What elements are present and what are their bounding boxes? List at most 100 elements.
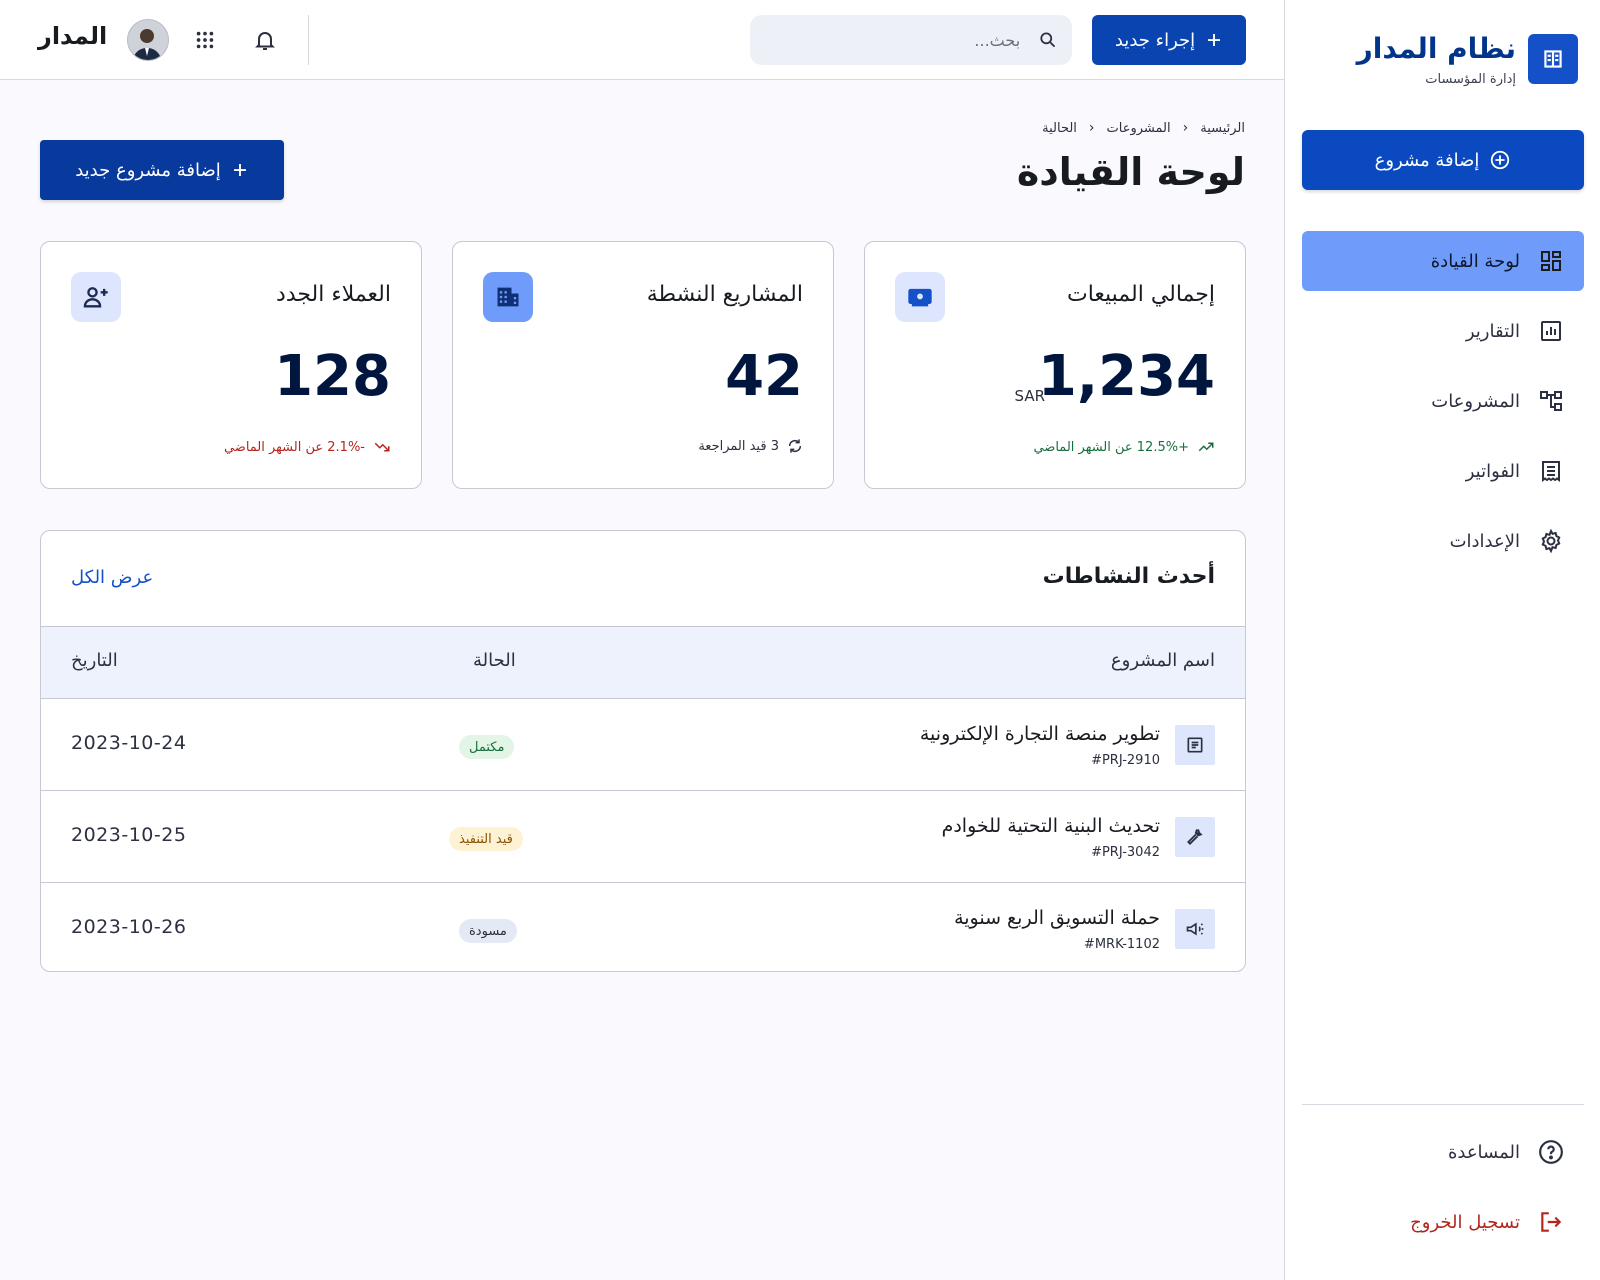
wrench-icon (1175, 817, 1215, 857)
stat-card-clients: العملاء الجدد 128 -2.1% عن الشهر الماضي (40, 241, 422, 489)
chevron-left-icon: ‹ (1182, 120, 1189, 136)
new-action-button[interactable]: إجراء جديد (1092, 15, 1246, 65)
sidebar: نظام المدار إدارة المؤسسات إضافة مشروع ل… (1284, 0, 1600, 1280)
search-input[interactable] (764, 30, 1031, 50)
help-label: المساعدة (1447, 1141, 1520, 1163)
stat-value: 128 (274, 344, 391, 409)
trending-up-icon (1198, 442, 1214, 452)
stat-trend: 3 قيد المراجعة (698, 438, 803, 454)
building-logo-icon (1528, 34, 1578, 84)
stat-trend-text: 3 قيد المراجعة (698, 438, 779, 454)
topbar: إجراء جديد المدار (0, 0, 1284, 80)
view-all-link[interactable]: عرض الكل (71, 567, 153, 588)
sidebar-item-label: الإعدادات (1449, 530, 1520, 552)
sidebar-item-settings[interactable]: الإعدادات (1302, 511, 1584, 571)
row-project-name: حملة التسويق الربع سنوية (954, 907, 1160, 929)
topbar-brand: المدار (38, 22, 108, 50)
table-row[interactable]: تحديث البنية التحتية للخوادم #PRJ-3042 ق… (41, 791, 1245, 883)
breadcrumb-home[interactable]: الرئيسية (1200, 121, 1245, 136)
activity-title: أحدث النشاطات (1042, 564, 1215, 589)
stat-value: 42 (725, 344, 803, 409)
settings-icon (1538, 528, 1564, 554)
row-date: 2023-10-24 (71, 732, 187, 754)
search-icon (1040, 32, 1056, 48)
sync-icon (788, 439, 802, 453)
row-project-id: #MRK-1102 (1083, 937, 1160, 952)
recent-activity-panel: أحدث النشاطات عرض الكل اسم المشروع الحال… (40, 530, 1246, 972)
status-badge: قيد التنفيذ (449, 827, 523, 851)
person-add-icon (71, 272, 121, 322)
projects-icon (1538, 388, 1564, 414)
brand-title: نظام المدار (1356, 32, 1516, 65)
stat-trend: -2.1% عن الشهر الماضي (224, 438, 391, 456)
add-new-project-button[interactable]: إضافة مشروع جديد (40, 140, 284, 200)
row-date: 2023-10-26 (71, 916, 187, 938)
breadcrumb-current: الحالية (1042, 120, 1077, 136)
table-row[interactable]: حملة التسويق الربع سنوية #MRK-1102 مسودة… (41, 883, 1245, 971)
stat-title: العملاء الجدد (276, 282, 391, 307)
notifications-bell-icon[interactable] (250, 25, 280, 55)
search-box (750, 15, 1072, 65)
stat-unit: SAR (1014, 387, 1045, 405)
stat-trend-text: +12.5% عن الشهر الماضي (1033, 439, 1189, 455)
apps-grid-icon[interactable] (190, 25, 220, 55)
sidebar-item-dashboard[interactable]: لوحة القيادة (1302, 231, 1584, 291)
trending-down-icon (374, 442, 390, 452)
table-row[interactable]: تطوير منصة التجارة الإلكترونية #PRJ-2910… (41, 699, 1245, 791)
add-project-button[interactable]: إضافة مشروع (1302, 130, 1584, 190)
megaphone-icon (1175, 909, 1215, 949)
sidebar-item-label: التقارير (1465, 320, 1520, 342)
add-new-project-label: إضافة مشروع جديد (75, 159, 221, 181)
add-circle-icon (1491, 150, 1510, 170)
sidebar-item-label: المشروعات (1431, 390, 1520, 412)
row-project-id: #PRJ-3042 (1091, 845, 1160, 860)
sidebar-divider (1302, 1104, 1584, 1105)
new-action-label: إجراء جديد (1114, 29, 1196, 51)
sidebar-item-label: لوحة القيادة (1430, 250, 1520, 272)
breadcrumb-projects[interactable]: المشروعات (1107, 121, 1171, 136)
row-date: 2023-10-25 (71, 824, 187, 846)
sidebar-item-label: الفواتير (1465, 460, 1520, 482)
page-title: لوحة القيادة (1016, 150, 1245, 194)
add-project-label: إضافة مشروع (1374, 149, 1480, 171)
sidebar-item-projects[interactable]: المشروعات (1302, 371, 1584, 431)
status-badge: مسودة (459, 919, 517, 943)
logout-icon (1538, 1209, 1564, 1235)
column-header-name: اسم المشروع (1110, 650, 1215, 671)
stat-value: 1,234 (1037, 344, 1215, 409)
stat-card-sales: إجمالي المبيعات 1,234 SAR +12.5% عن الشه… (864, 241, 1246, 489)
plus-icon (1208, 34, 1221, 46)
column-header-date: التاريخ (71, 650, 118, 671)
reports-icon (1538, 318, 1564, 344)
brand-subtitle: إدارة المؤسسات (1425, 72, 1516, 87)
status-badge: مكتمل (459, 735, 515, 759)
help-link[interactable]: المساعدة (1302, 1124, 1584, 1180)
avatar[interactable] (127, 19, 169, 61)
chevron-left-icon: ‹ (1088, 120, 1095, 136)
breadcrumb: الرئيسية ‹ المشروعات ‹ الحالية (1042, 120, 1245, 136)
stat-trend-text: -2.1% عن الشهر الماضي (223, 439, 365, 455)
logout-link[interactable]: تسجيل الخروج (1302, 1194, 1584, 1250)
stat-title: إجمالي المبيعات (1066, 282, 1215, 307)
invoices-icon (1538, 458, 1564, 484)
dashboard-icon (1538, 248, 1564, 274)
building-icon (483, 272, 533, 322)
topbar-divider (308, 15, 309, 65)
sidebar-nav: لوحة القيادة التقارير المشروعات الفواتير… (1302, 231, 1584, 581)
sidebar-item-invoices[interactable]: الفواتير (1302, 441, 1584, 501)
stat-trend: +12.5% عن الشهر الماضي (1033, 438, 1215, 456)
plus-icon (233, 164, 246, 176)
logout-label: تسجيل الخروج (1410, 1211, 1520, 1233)
table-header: اسم المشروع الحالة التاريخ (41, 627, 1245, 699)
row-project-name: تطوير منصة التجارة الإلكترونية (919, 723, 1160, 745)
row-project-name: تحديث البنية التحتية للخوادم (941, 815, 1160, 837)
stat-card-projects: المشاريع النشطة 42 3 قيد المراجعة (452, 241, 834, 489)
help-icon (1538, 1139, 1564, 1165)
row-project-id: #PRJ-2910 (1091, 753, 1160, 768)
stat-title: المشاريع النشطة (646, 282, 803, 307)
article-icon (1175, 725, 1215, 765)
activity-header: أحدث النشاطات عرض الكل (41, 531, 1245, 627)
sidebar-item-reports[interactable]: التقارير (1302, 301, 1584, 361)
brand: نظام المدار إدارة المؤسسات (1300, 32, 1584, 87)
column-header-status: الحالة (473, 650, 516, 671)
